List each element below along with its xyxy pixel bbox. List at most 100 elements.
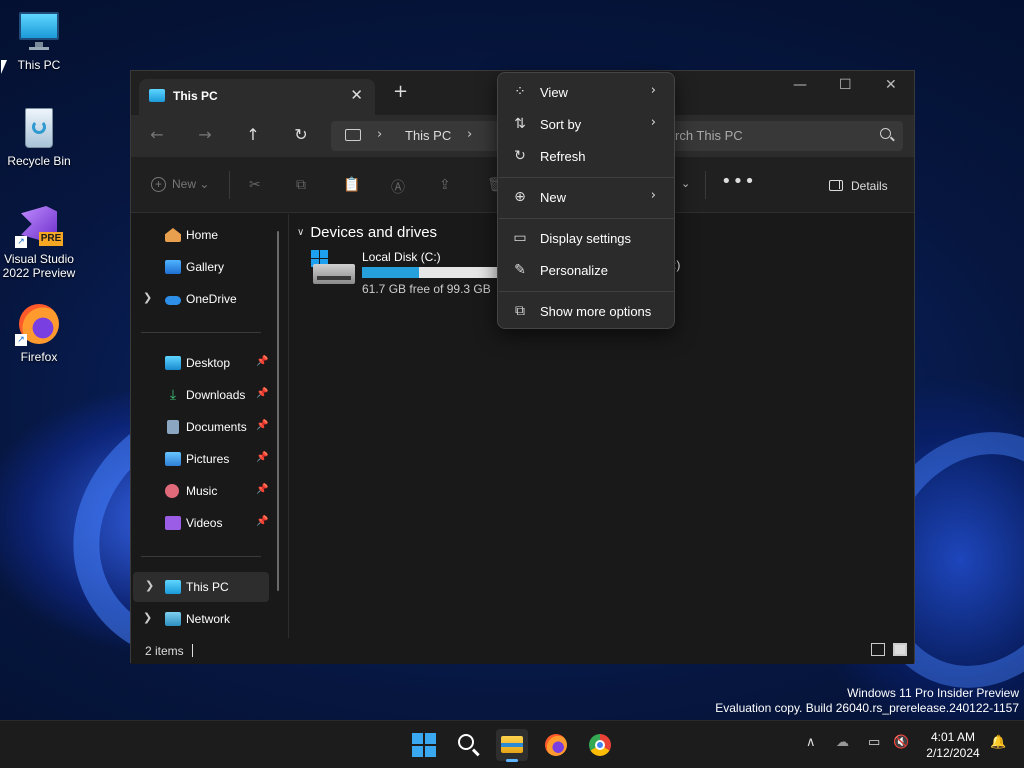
drive-icon — [311, 250, 355, 286]
monitor-icon — [17, 10, 61, 54]
desktop-icon-visual-studio[interactable]: PRE ↗ Visual Studio 2022 Preview — [1, 204, 77, 280]
chevron-up-icon[interactable]: ∧ — [806, 735, 816, 750]
pin-icon[interactable]: 📌 — [256, 516, 268, 527]
breadcrumb-this-pc[interactable]: This PC — [405, 128, 451, 143]
drive-usage-bar — [362, 267, 512, 278]
copy-icon[interactable]: ⧉ — [296, 177, 306, 193]
menu-item-new[interactable]: ⊕ New › — [502, 182, 670, 212]
see-more-button[interactable]: ••• — [721, 171, 756, 192]
new-tab-button[interactable]: + — [393, 83, 408, 101]
volume-muted-icon[interactable]: 🔇 — [893, 735, 909, 750]
details-button[interactable]: Details — [829, 179, 888, 193]
details-view-icon[interactable] — [871, 643, 885, 656]
desktop-icon-firefox[interactable]: ↗ Firefox — [1, 302, 77, 364]
menu-item-personalize[interactable]: ✎ Personalize — [502, 255, 670, 285]
sidebar-item-music[interactable]: Music 📌 — [131, 476, 271, 506]
menu-item-sort-by[interactable]: ⇅ Sort by › — [502, 109, 670, 139]
onedrive-offline-icon[interactable]: ☁ — [836, 735, 849, 750]
music-icon — [165, 484, 179, 498]
cut-icon[interactable]: ✂ — [249, 177, 261, 193]
chevron-down-icon[interactable]: ∨ — [297, 227, 304, 238]
maximize-icon[interactable]: ☐ — [839, 77, 852, 93]
sidebar-item-gallery[interactable]: Gallery — [131, 252, 271, 282]
desktop-folder-icon — [165, 356, 181, 370]
menu-item-show-more-options[interactable]: ⧉ Show more options — [502, 296, 670, 326]
sidebar-item-label: Documents — [186, 420, 247, 434]
pin-icon[interactable]: 📌 — [256, 420, 268, 431]
sidebar-item-desktop[interactable]: Desktop 📌 — [131, 348, 271, 378]
chevron-right-icon[interactable]: › — [377, 127, 382, 142]
menu-item-view[interactable]: ⁘ View › — [502, 77, 670, 107]
pin-icon[interactable]: 📌 — [256, 484, 268, 495]
address-bar[interactable]: › This PC › — [331, 121, 501, 151]
sidebar-item-pictures[interactable]: Pictures 📌 — [131, 444, 271, 474]
file-explorer-icon[interactable] — [496, 729, 528, 762]
up-icon[interactable]: ↑ — [241, 125, 265, 144]
chevron-right-icon[interactable]: › — [467, 127, 472, 142]
sidebar-item-label: Network — [186, 612, 231, 626]
pin-icon[interactable]: 📌 — [256, 388, 268, 399]
refresh-icon[interactable]: ↻ — [289, 125, 313, 144]
downloads-icon: ⤓ — [169, 387, 177, 403]
view-grid-icon: ⁘ — [514, 84, 526, 100]
group-header[interactable]: ∨ Devices and drives — [297, 224, 437, 241]
rename-icon[interactable]: Ⓐ — [391, 177, 405, 197]
desktop-icon-this-pc[interactable]: This PC — [1, 10, 77, 72]
paste-icon[interactable]: 📋 — [343, 177, 360, 193]
sidebar-item-videos[interactable]: Videos 📌 — [131, 508, 271, 538]
videos-icon — [165, 516, 181, 530]
navigation-pane: Home Gallery ❯ OneDrive Desktop 📌 ⤓ Down… — [131, 214, 281, 638]
this-pc-icon — [165, 580, 181, 594]
chevron-right-icon: › — [650, 188, 656, 203]
status-bar: 2 items — [131, 638, 914, 664]
chevron-right-icon[interactable]: ❯ — [145, 579, 154, 592]
pin-icon[interactable]: 📌 — [256, 452, 268, 463]
share-icon[interactable]: ⇪ — [439, 177, 451, 193]
minimize-icon[interactable]: — — [793, 77, 807, 93]
menu-item-refresh[interactable]: ↻ Refresh — [502, 141, 670, 171]
sidebar-item-home[interactable]: Home — [131, 220, 271, 250]
sidebar-scrollbar[interactable] — [277, 231, 279, 591]
sidebar-item-onedrive[interactable]: ❯ OneDrive — [131, 284, 271, 314]
clock[interactable]: 4:01 AM 2/12/2024 — [918, 729, 988, 761]
show-more-options-icon: ⧉ — [515, 303, 525, 319]
close-window-icon[interactable]: ✕ — [885, 77, 897, 93]
search-icon[interactable] — [452, 729, 484, 761]
network-status-icon[interactable]: ▭ — [868, 735, 880, 750]
clock-time: 4:01 AM — [930, 730, 976, 744]
sidebar-item-label: Gallery — [186, 260, 225, 274]
firefox-icon[interactable] — [540, 729, 572, 761]
new-button[interactable]: + New ⌄ — [151, 177, 209, 192]
pin-icon[interactable]: 📌 — [256, 356, 268, 367]
chevron-right-icon[interactable]: ❯ — [143, 291, 152, 304]
sidebar-item-label: This PC — [186, 580, 229, 594]
sidebar-item-documents[interactable]: Documents 📌 — [131, 412, 271, 442]
menu-divider — [499, 291, 675, 292]
firefox-icon: ↗ — [15, 302, 61, 346]
menu-item-display-settings[interactable]: ▭ Display settings — [502, 223, 670, 253]
refresh-icon: ↻ — [514, 148, 526, 164]
details-pane-icon — [829, 180, 843, 191]
search-icon[interactable] — [880, 128, 891, 139]
notification-bell-icon[interactable]: 🔔 — [990, 735, 1006, 750]
watermark-line-1: Windows 11 Pro Insider Preview — [847, 686, 1019, 700]
back-icon[interactable]: ← — [145, 125, 169, 144]
this-pc-icon — [149, 89, 165, 102]
close-tab-icon[interactable]: ✕ — [350, 86, 363, 104]
chevron-down-icon[interactable]: ⌄ — [681, 177, 690, 190]
start-icon[interactable] — [408, 729, 440, 761]
group-title: Devices and drives — [310, 224, 438, 241]
search-input[interactable]: rch This PC — [661, 121, 903, 151]
sidebar-item-network[interactable]: ❯ Network — [131, 604, 271, 634]
large-icons-view-icon[interactable] — [893, 643, 907, 656]
sidebar-item-downloads[interactable]: ⤓ Downloads 📌 — [131, 380, 271, 410]
tab-this-pc[interactable]: This PC ✕ — [139, 79, 375, 115]
desktop-icon-label: Visual Studio 2022 Preview — [2, 252, 76, 280]
drive-item-c[interactable]: Local Disk (C:) 61.7 GB free of 99.3 GB — [311, 250, 521, 296]
chrome-icon[interactable] — [584, 729, 616, 761]
sidebar-item-this-pc[interactable]: ❯ This PC — [133, 572, 269, 602]
sidebar-item-label: Home — [186, 228, 219, 242]
forward-icon[interactable]: → — [193, 125, 217, 144]
chevron-right-icon[interactable]: ❯ — [143, 611, 152, 624]
desktop-icon-recycle-bin[interactable]: Recycle Bin — [1, 106, 77, 168]
